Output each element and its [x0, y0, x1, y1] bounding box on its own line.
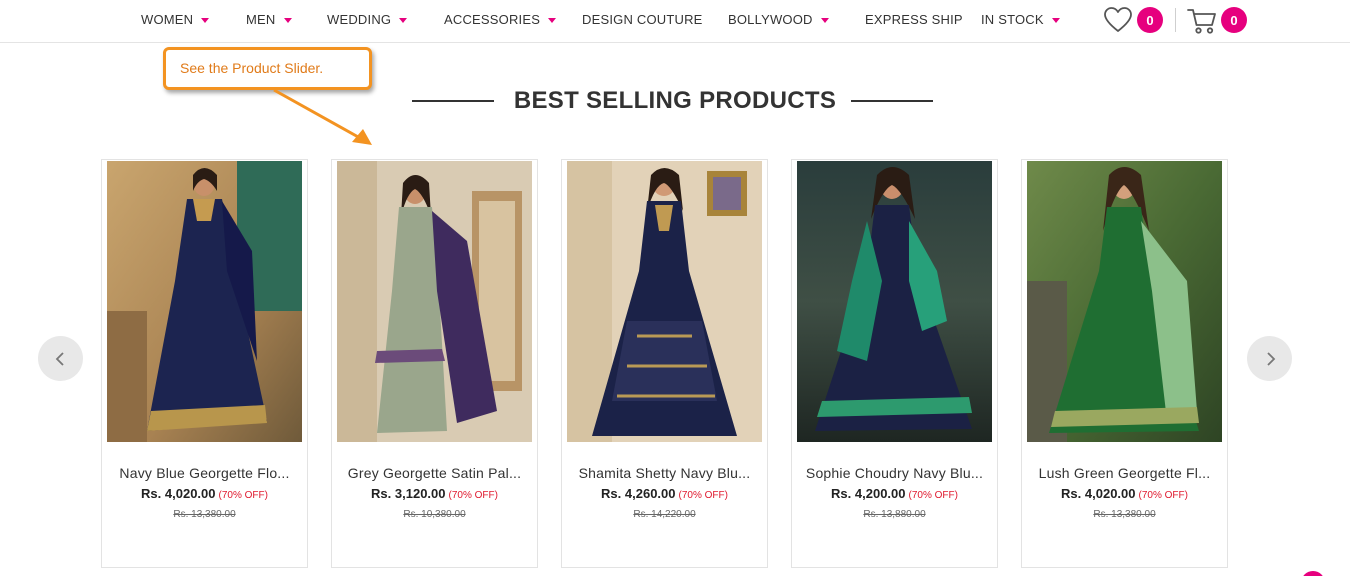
heart-icon[interactable] [1103, 6, 1133, 34]
price-row: Rs. 4,260.00 (70% OFF) [562, 486, 767, 501]
discount-badge: (70% OFF) [678, 490, 728, 501]
cart-icon[interactable] [1186, 7, 1218, 35]
callout-text: See the Product Slider. [180, 60, 324, 76]
nav-item-label: WOMEN [141, 12, 194, 27]
nav-item-label: IN STOCK [981, 12, 1044, 27]
chevron-left-icon [55, 351, 64, 366]
product-card[interactable]: Grey Georgette Satin Pal... Rs. 3,120.00… [331, 159, 538, 568]
nav-item-express-ship[interactable]: EXPRESS SHIP [865, 12, 963, 27]
product-name[interactable]: Sophie Choudry Navy Blu... [792, 465, 997, 481]
product-image[interactable] [107, 161, 302, 442]
nav-item-label: WEDDING [327, 12, 392, 27]
product-name[interactable]: Lush Green Georgette Fl... [1022, 465, 1227, 481]
product-price: Rs. 4,020.00 [1061, 486, 1136, 501]
nav-item-wedding[interactable]: WEDDING [327, 12, 408, 27]
nav-item-label: EXPRESS SHIP [865, 12, 963, 27]
product-name[interactable]: Navy Blue Georgette Flo... [102, 465, 307, 481]
chevron-right-icon [1266, 351, 1275, 366]
original-price: Rs. 13,380.00 [173, 509, 236, 520]
product-card[interactable]: Sophie Choudry Navy Blu... Rs. 4,200.00(… [791, 159, 998, 568]
nav-item-bollywood[interactable]: BOLLYWOOD [728, 12, 829, 27]
product-image[interactable] [337, 161, 532, 442]
nav-item-label: DESIGN COUTURE [582, 12, 703, 27]
callout-box: See the Product Slider. [163, 47, 372, 90]
product-price: Rs. 3,120.00 [371, 486, 446, 501]
original-price: Rs. 13,380.00 [1093, 509, 1156, 520]
nav-item-label: ACCESSORIES [444, 12, 541, 27]
caret-down-icon [1051, 17, 1060, 23]
product-card[interactable]: Navy Blue Georgette Flo... Rs. 4,020.00(… [101, 159, 308, 568]
price-row: Rs. 4,200.00 (70% OFF) [792, 486, 997, 501]
top-navigation: WOMEN MEN WEDDING ACCESSORIES DESIGN COU… [0, 0, 1350, 43]
product-name[interactable]: Grey Georgette Satin Pal... [332, 465, 537, 481]
title-rule-right [851, 100, 933, 102]
caret-down-icon [548, 17, 557, 23]
nav-divider [1175, 8, 1176, 32]
product-price: Rs. 4,020.00 [141, 486, 216, 501]
nav-item-label: MEN [246, 12, 276, 27]
product-card[interactable]: Shamita Shetty Navy Blu... Rs. 4,260.00(… [561, 159, 768, 568]
price-row: Rs. 4,020.00 (70% OFF) [1022, 486, 1227, 501]
caret-down-icon [283, 17, 292, 23]
discount-badge: (70% OFF) [908, 490, 958, 501]
discount-badge: (70% OFF) [1138, 490, 1188, 501]
caret-down-icon [820, 17, 829, 23]
product-image[interactable] [797, 161, 992, 442]
nav-item-label: BOLLYWOOD [728, 12, 813, 27]
product-name[interactable]: Shamita Shetty Navy Blu... [562, 465, 767, 481]
nav-item-accessories[interactable]: ACCESSORIES [444, 12, 557, 27]
discount-badge: (70% OFF) [218, 490, 268, 501]
product-image[interactable] [1027, 161, 1222, 442]
nav-item-in-stock[interactable]: IN STOCK [981, 12, 1060, 27]
product-card[interactable]: Lush Green Georgette Fl... Rs. 4,020.00(… [1021, 159, 1228, 568]
original-price: Rs. 13,880.00 [863, 509, 926, 520]
product-price: Rs. 4,200.00 [831, 486, 906, 501]
slider-next-button[interactable] [1247, 336, 1292, 381]
discount-badge: (70% OFF) [448, 490, 498, 501]
chat-widget-icon[interactable] [1301, 571, 1325, 576]
wishlist-count-badge[interactable]: 0 [1137, 7, 1163, 33]
caret-down-icon [399, 17, 408, 23]
product-image[interactable] [567, 161, 762, 442]
nav-item-men[interactable]: MEN [246, 12, 292, 27]
cart-count-badge[interactable]: 0 [1221, 7, 1247, 33]
original-price: Rs. 10,380.00 [403, 509, 466, 520]
nav-item-design-couture[interactable]: DESIGN COUTURE [582, 12, 703, 27]
slider-prev-button[interactable] [38, 336, 83, 381]
section-title: BEST SELLING PRODUCTS [513, 87, 837, 114]
price-row: Rs. 3,120.00 (70% OFF) [332, 486, 537, 501]
nav-item-women[interactable]: WOMEN [141, 12, 210, 27]
caret-down-icon [201, 17, 210, 23]
price-row: Rs. 4,020.00 (70% OFF) [102, 486, 307, 501]
product-price: Rs. 4,260.00 [601, 486, 676, 501]
original-price: Rs. 14,220.00 [633, 509, 696, 520]
